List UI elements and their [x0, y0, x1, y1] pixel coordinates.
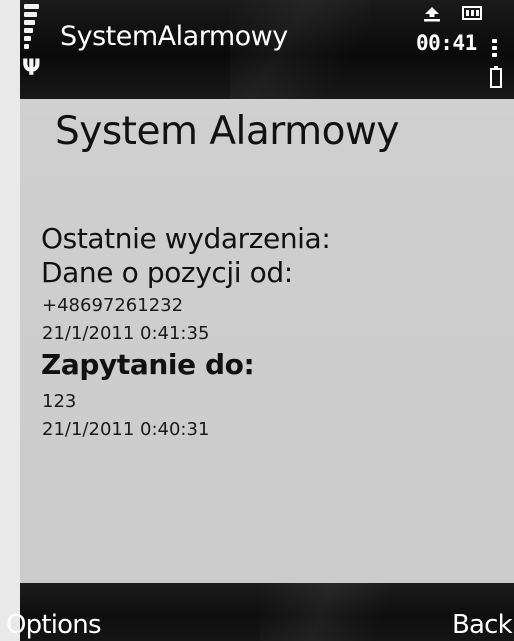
signal-strength-icon	[24, 4, 40, 52]
position-data-label: Dane o pozycji od:	[41, 256, 293, 289]
query-timestamp: 21/1/2011 0:40:31	[42, 419, 210, 440]
options-softkey[interactable]: Options	[6, 609, 102, 641]
query-label: Zapytanie do:	[41, 348, 255, 381]
page-title: System Alarmowy	[55, 109, 399, 154]
back-softkey[interactable]: Back	[452, 609, 513, 641]
options-dots-icon	[492, 39, 498, 59]
phone-screen: Ψ SystemAlarmowy 00:41 System Alarmowy O…	[20, 0, 514, 641]
antenna-icon: Ψ	[22, 56, 41, 81]
query-recipient: 123	[42, 391, 77, 412]
status-clock: 00:41	[416, 31, 477, 55]
battery-icon	[490, 66, 502, 88]
position-timestamp: 21/1/2011 0:41:35	[42, 323, 210, 344]
status-bar: Ψ SystemAlarmowy 00:41	[20, 0, 514, 99]
battery-indicator-icon	[462, 6, 482, 20]
upload-icon	[424, 7, 440, 22]
recent-events-label: Ostatnie wydarzenia:	[41, 222, 331, 255]
position-sender: +48697261232	[42, 295, 184, 316]
status-app-title: SystemAlarmowy	[60, 21, 288, 52]
